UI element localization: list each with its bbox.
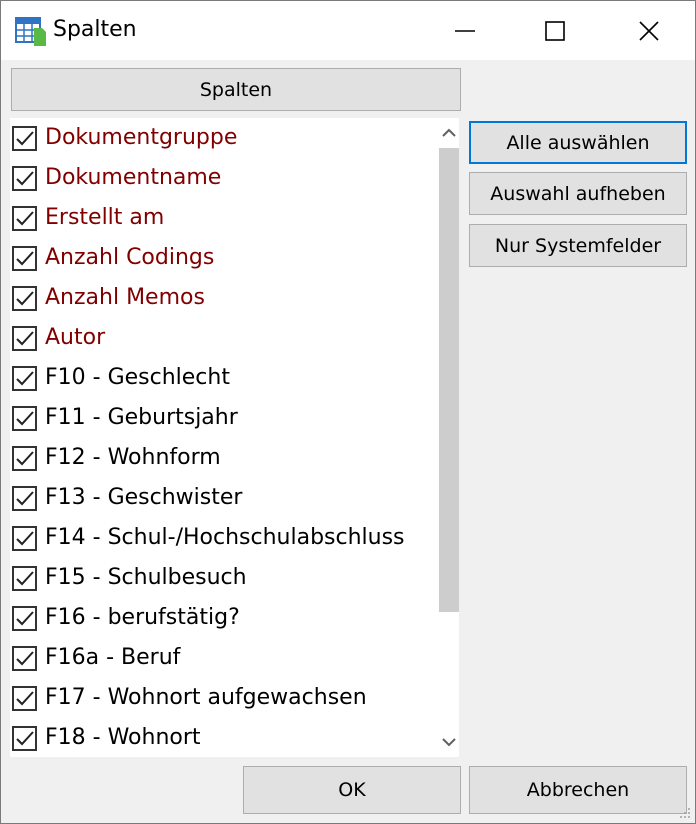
column-label: F16a - Beruf [45,645,181,670]
checkbox[interactable] [12,686,37,711]
checkmark-icon [16,651,34,666]
list-item[interactable]: F13 - Geschwister [10,479,430,519]
list-item[interactable]: F16 - berufstätig? [10,599,430,639]
minimize-icon [455,29,475,32]
scroll-down-button[interactable] [439,727,459,757]
checkmark-icon [16,411,34,426]
checkbox[interactable] [12,646,37,671]
scrollbar-thumb[interactable] [439,148,459,612]
checkbox[interactable] [12,406,37,431]
list-item[interactable]: F10 - Geschlecht [10,359,430,399]
close-icon [639,20,659,41]
checkmark-icon [16,731,34,746]
checkmark-icon [16,291,34,306]
column-label: F17 - Wohnort aufgewachsen [45,685,367,710]
checkbox[interactable] [12,206,37,231]
close-button[interactable] [603,1,695,60]
dialog-window: Spalten Spalten F18 - Wohnort F17 - Wohno… [0,0,696,824]
checkbox[interactable] [12,166,37,191]
column-label: F10 - Geschlecht [45,365,230,390]
column-label: Autor [45,325,106,350]
chevron-up-icon [442,128,456,137]
list-item[interactable]: F14 - Schul-/Hochschulabschluss [10,519,430,559]
list-item[interactable]: Dokumentgruppe [10,119,430,159]
checkbox[interactable] [12,126,37,151]
list-item[interactable]: Dokumentname [10,159,430,199]
chevron-down-icon [442,738,456,747]
column-label: F18 - Wohnort [45,725,201,750]
column-label: Anzahl Memos [45,285,205,310]
minimize-button[interactable] [419,1,511,60]
maximize-icon [545,20,565,41]
checkmark-icon [16,531,34,546]
column-label: F11 - Geburtsjahr [45,405,238,430]
cancel-button[interactable]: Abbrechen [469,766,687,814]
maximize-button[interactable] [509,1,601,60]
list-item[interactable]: Erstellt am [10,199,430,239]
checkbox[interactable] [12,246,37,271]
table-icon [15,17,46,46]
window-title: Spalten [53,17,137,42]
checkmark-icon [16,171,34,186]
column-label: Erstellt am [45,205,165,230]
checkbox[interactable] [12,566,37,591]
checkbox[interactable] [12,486,37,511]
column-label: F12 - Wohnform [45,445,221,470]
checkmark-icon [16,571,34,586]
column-label: F14 - Schul-/Hochschulabschluss [45,525,405,550]
list-item[interactable]: F11 - Geburtsjahr [10,399,430,439]
list-item[interactable]: Anzahl Codings [10,239,430,279]
ok-button[interactable]: OK [243,766,461,814]
list-item[interactable]: F15 - Schulbesuch [10,559,430,599]
checkmark-icon [16,691,34,706]
checkbox[interactable] [12,326,37,351]
checkmark-icon [16,251,34,266]
columns-header-button[interactable]: Spalten [11,68,461,111]
column-label: Dokumentname [45,165,222,190]
list-item[interactable]: Autor [10,319,430,359]
select-all-button[interactable]: Alle auswählen [469,121,687,164]
checkbox[interactable] [12,286,37,311]
checkbox[interactable] [12,726,37,751]
column-label: F15 - Schulbesuch [45,565,247,590]
checkmark-icon [16,491,34,506]
checkbox[interactable] [12,526,37,551]
list-item[interactable]: F18 - Wohnort [10,719,430,757]
list-item[interactable]: F17 - Wohnort aufgewachsen [10,679,430,719]
system-fields-only-button[interactable]: Nur Systemfelder [469,224,687,267]
list-item[interactable]: Anzahl Memos [10,279,430,319]
deselect-all-button[interactable]: Auswahl aufheben [469,172,687,215]
checkmark-icon [16,131,34,146]
column-label: Dokumentgruppe [45,125,238,150]
checkmark-icon [16,331,34,346]
checkmark-icon [16,611,34,626]
list-item[interactable]: F12 - Wohnform [10,439,430,479]
checkbox[interactable] [12,446,37,471]
column-label: F13 - Geschwister [45,485,243,510]
column-list[interactable]: F18 - Wohnort F17 - Wohnort aufgewachsen F… [10,118,459,757]
list-item[interactable]: F16a - Beruf [10,639,430,679]
checkmark-icon [16,371,34,386]
column-label: Anzahl Codings [45,245,215,270]
scroll-up-button[interactable] [439,118,459,148]
resize-grip-icon[interactable] [679,807,691,819]
title-bar[interactable]: Spalten [1,1,695,60]
checkbox[interactable] [12,366,37,391]
vertical-scrollbar[interactable] [439,118,459,757]
checkmark-icon [16,451,34,466]
checkbox[interactable] [12,606,37,631]
column-label: F16 - berufstätig? [45,605,240,630]
checkmark-icon [16,211,34,226]
